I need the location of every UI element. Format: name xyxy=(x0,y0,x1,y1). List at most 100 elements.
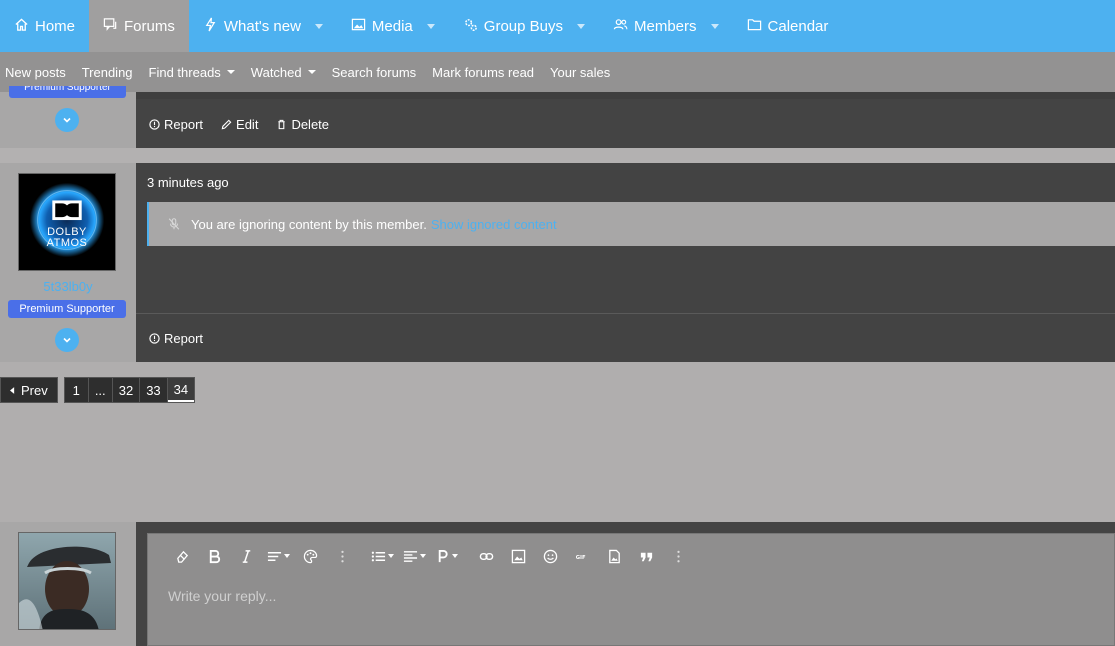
ignored-message: You are ignoring content by this member. xyxy=(191,216,427,232)
forums-icon xyxy=(103,17,118,36)
alert-icon xyxy=(149,333,160,344)
more-options-button[interactable] xyxy=(326,549,358,564)
delete-label: Delete xyxy=(291,117,330,132)
paragraph-icon xyxy=(438,549,448,562)
subnav-search-forums-label: Search forums xyxy=(331,64,417,80)
chevron-down-icon[interactable] xyxy=(710,23,719,29)
chevron-down-icon[interactable] xyxy=(226,70,235,74)
user-badge: Premium Supporter xyxy=(9,86,126,98)
folder-icon xyxy=(747,17,762,36)
chevron-down-icon[interactable] xyxy=(307,70,316,74)
tab-home[interactable]: Home xyxy=(0,0,89,52)
subnav-your-sales[interactable]: Your sales xyxy=(550,65,610,80)
tab-forums[interactable]: Forums xyxy=(89,0,189,52)
avatar[interactable] xyxy=(18,532,116,630)
page-jump-ellipsis[interactable]: ... xyxy=(89,378,113,402)
list-icon xyxy=(371,551,385,561)
dolby-atmos-logo xyxy=(19,174,115,270)
edit-button[interactable]: Edit xyxy=(221,117,258,132)
tab-group-buys[interactable]: Group Buys xyxy=(449,0,599,52)
tab-forums-label: Forums xyxy=(124,17,175,35)
reply-input-placeholder[interactable]: Write your reply... xyxy=(168,588,276,604)
tab-calendar[interactable]: Calendar xyxy=(733,0,843,52)
paragraph-dropdown[interactable] xyxy=(430,549,462,564)
link-icon xyxy=(479,552,493,560)
alert-icon xyxy=(149,119,160,130)
report-button[interactable]: Report xyxy=(149,117,203,132)
username-link[interactable]: 5t33lb0y xyxy=(0,279,136,294)
user-badge: Premium Supporter xyxy=(8,300,126,318)
page-link[interactable]: 32 xyxy=(113,378,141,402)
subnav-mark-forums-read[interactable]: Mark forums read xyxy=(432,65,534,80)
text-options-dropdown[interactable] xyxy=(262,549,294,564)
reply-user-panel xyxy=(0,522,136,646)
palette-icon xyxy=(303,549,317,563)
insert-gif-button[interactable]: GIF xyxy=(566,549,598,564)
vertical-ellipsis-icon xyxy=(340,550,344,562)
user-expand-button[interactable] xyxy=(55,108,79,132)
align-dropdown[interactable] xyxy=(398,549,430,564)
chevron-down-icon[interactable] xyxy=(426,23,435,29)
more-insert-options-button[interactable] xyxy=(662,549,694,564)
pencil-icon xyxy=(221,119,232,130)
subnav-trending[interactable]: Trending xyxy=(82,65,133,80)
subnav-new-posts[interactable]: New posts xyxy=(5,65,66,80)
user-expand-button[interactable] xyxy=(55,328,79,352)
avatar-text-line2: ATMOS xyxy=(46,237,88,249)
subnav-search-forums[interactable]: Search forums xyxy=(332,65,417,80)
chevron-down-icon xyxy=(63,117,71,123)
bold-button[interactable] xyxy=(198,549,230,564)
page-current[interactable]: 34 xyxy=(167,378,195,402)
post1-user-panel: Premium Supporter xyxy=(0,86,136,148)
prev-label: Prev xyxy=(21,382,48,398)
chevron-down-icon xyxy=(283,554,290,558)
tab-whats-new[interactable]: What's new xyxy=(189,0,337,52)
list-dropdown[interactable] xyxy=(366,549,398,564)
page-numbers: 1 ... 32 33 34 xyxy=(63,377,196,403)
clear-format-button[interactable] xyxy=(166,549,198,564)
reply-panel: GIF Write your reply... xyxy=(136,522,1115,646)
subnav-trending-label: Trending xyxy=(81,64,133,80)
insert-quote-button[interactable] xyxy=(630,549,662,564)
mic-muted-icon xyxy=(168,218,180,230)
prev-page-button[interactable]: Prev xyxy=(0,377,58,403)
italic-button[interactable] xyxy=(230,549,262,564)
report-label: Report xyxy=(164,331,204,346)
color-button[interactable] xyxy=(294,549,326,564)
post1-actions: Report Edit Delete xyxy=(149,117,329,132)
chevron-left-icon xyxy=(10,386,15,394)
chevron-down-icon[interactable] xyxy=(577,23,585,29)
gif-icon: GIF xyxy=(575,554,585,560)
avatar[interactable]: DOLBY ATMOS xyxy=(18,173,116,271)
subnav-find-threads-label: Find threads xyxy=(148,64,221,80)
tab-group-buys-label: Group Buys xyxy=(483,17,563,35)
svg-text:GIF: GIF xyxy=(575,554,585,560)
eraser-icon xyxy=(176,550,188,563)
tab-members[interactable]: Members xyxy=(599,0,733,52)
insert-smiley-button[interactable] xyxy=(534,549,566,564)
users-icon xyxy=(613,17,628,36)
insert-link-button[interactable] xyxy=(470,549,502,564)
home-icon xyxy=(14,17,29,36)
insert-image-button[interactable] xyxy=(502,549,534,564)
trash-icon xyxy=(278,119,286,130)
image-icon xyxy=(351,17,366,36)
user-avatar-image xyxy=(19,533,115,629)
align-left-icon xyxy=(403,550,417,562)
insert-media-button[interactable] xyxy=(598,549,630,564)
delete-button[interactable]: Delete xyxy=(276,117,329,132)
tab-media[interactable]: Media xyxy=(337,0,449,52)
subnav-watched-label: Watched xyxy=(250,64,302,80)
page-link[interactable]: 33 xyxy=(140,378,168,402)
reply-editor[interactable]: GIF Write your reply... xyxy=(147,533,1115,646)
report-button[interactable]: Report xyxy=(149,331,203,346)
post-date-link[interactable]: 3 minutes ago xyxy=(147,175,229,190)
subnav-watched[interactable]: Watched xyxy=(251,65,316,80)
subnav-your-sales-label: Your sales xyxy=(550,64,611,80)
chevron-down-icon[interactable] xyxy=(314,23,323,29)
page-link[interactable]: 1 xyxy=(65,378,89,402)
top-nav: Home Forums What's new Media Group Buys … xyxy=(0,0,1115,52)
vertical-ellipsis-icon xyxy=(676,550,680,562)
subnav-find-threads[interactable]: Find threads xyxy=(149,65,235,80)
show-ignored-content-link[interactable]: Show ignored content xyxy=(431,217,557,232)
